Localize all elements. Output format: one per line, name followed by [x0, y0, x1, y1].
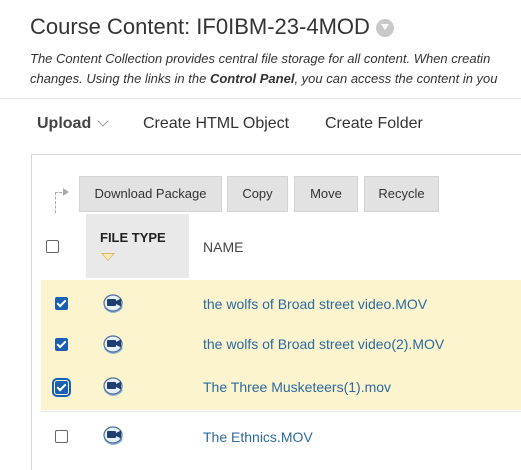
file-name-link[interactable]: the wolfs of Broad street video.MOV: [203, 296, 427, 312]
page-description: The Content Collection provides central …: [30, 49, 521, 89]
column-header-file-type[interactable]: FILE TYPE: [86, 214, 189, 278]
selection-connector-icon: [55, 188, 69, 213]
row-checkbox[interactable]: [55, 338, 68, 356]
page-title: Course Content: IF0IBM-23-4MOD: [30, 14, 394, 40]
create-folder-button[interactable]: Create Folder: [325, 115, 423, 133]
table-row: The Three Musketeers(1).mov: [41, 366, 521, 410]
video-file-icon: [100, 425, 126, 450]
upload-label: Upload: [37, 115, 92, 132]
video-file-icon: [100, 293, 126, 318]
table-row: The Ethnics.MOV: [41, 411, 521, 462]
recycle-button[interactable]: Recycle: [364, 176, 439, 212]
select-all-checkbox-box[interactable]: [46, 240, 59, 253]
file-name-link[interactable]: The Ethnics.MOV: [203, 429, 313, 445]
upload-menu-button[interactable]: Upload: [37, 115, 109, 133]
description-control-panel: Control Panel: [209, 71, 295, 86]
row-checkbox[interactable]: [52, 378, 71, 399]
create-html-object-button[interactable]: Create HTML Object: [143, 115, 289, 133]
page-title-text: Course Content: IF0IBM-23-4MOD: [30, 14, 370, 39]
table-row: the wolfs of Broad street video.MOV: [41, 280, 521, 328]
video-file-icon: [100, 334, 126, 359]
file-type-header-label: FILE TYPE: [100, 230, 166, 245]
sort-descending-icon: [101, 253, 115, 261]
video-file-icon: [100, 376, 126, 401]
page-header: Course Content: IF0IBM-23-4MOD The Conte…: [0, 0, 521, 98]
column-header-name[interactable]: NAME: [203, 239, 243, 255]
table-row: the wolfs of Broad street video(2).MOV: [41, 328, 521, 366]
description-line2-end: , you can access the content in you: [294, 71, 498, 86]
chevron-down-icon: [97, 115, 109, 127]
description-line2-start: changes. Using the links in the: [30, 71, 210, 86]
file-name-link[interactable]: the wolfs of Broad street video(2).MOV: [203, 336, 444, 352]
description-line1: The Content Collection provides central …: [30, 51, 491, 66]
select-all-checkbox[interactable]: [46, 240, 59, 258]
row-checkbox[interactable]: [55, 297, 68, 315]
download-package-button[interactable]: Download Package: [79, 176, 222, 212]
row-checkbox[interactable]: [55, 430, 68, 448]
action-toolbar: Upload Create HTML Object Create Folder: [0, 98, 521, 155]
file-name-link[interactable]: The Three Musketeers(1).mov: [203, 379, 391, 395]
title-menu-chevron-icon[interactable]: [375, 19, 394, 37]
copy-button[interactable]: Copy: [227, 176, 288, 212]
move-button[interactable]: Move: [294, 176, 358, 212]
